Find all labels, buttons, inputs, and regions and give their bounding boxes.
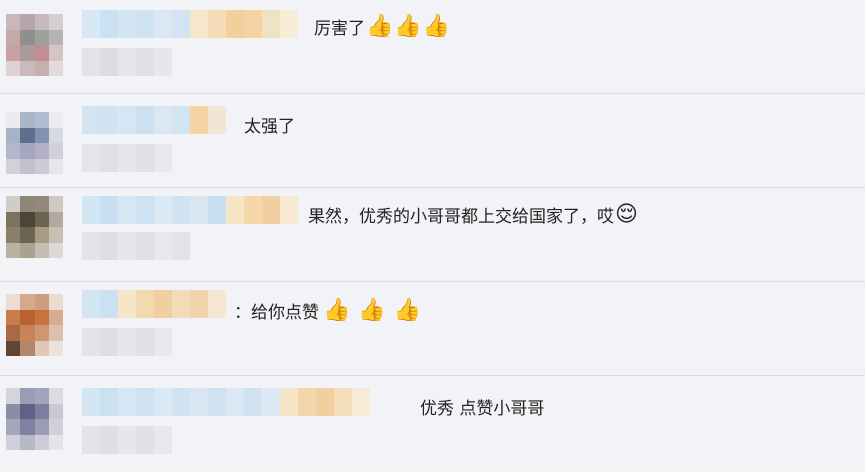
comment-row: 太强了 (0, 94, 865, 187)
comment-text: 太强了 (244, 112, 295, 137)
avatar[interactable] (6, 196, 63, 258)
user-meta (82, 144, 172, 172)
comment-row: ：给你点赞 👍 👍 👍 (0, 282, 865, 375)
thumbs-up-icon: 👍 (366, 13, 394, 39)
thumbs-up-icon: 👍 (394, 13, 422, 39)
comment-row: 厉害了 👍 👍 👍 (0, 0, 865, 93)
avatar[interactable] (6, 294, 63, 356)
comment-text-label: 厉害了 (314, 19, 365, 39)
user-meta (82, 328, 172, 356)
avatar[interactable] (6, 14, 63, 76)
comment-text: 果然，优秀的小哥哥都上交给国家了，哎 😌 (308, 202, 638, 227)
comment-text: 优秀 点赞小哥哥 (420, 394, 544, 419)
avatar[interactable] (6, 112, 63, 174)
thumbs-up-icon: 👍 (323, 297, 351, 323)
comment-text: ：给你点赞 👍 👍 👍 (234, 298, 421, 323)
username[interactable] (82, 290, 226, 318)
username[interactable] (82, 196, 298, 224)
thumbs-up-icon: 👍 (422, 13, 451, 39)
avatar[interactable] (6, 388, 63, 450)
comment-row: 果然，优秀的小哥哥都上交给国家了，哎 😌 (0, 188, 865, 281)
thumbs-up-icon: 👍 (393, 297, 422, 323)
comment-text-label: 优秀 点赞小哥哥 (420, 399, 545, 419)
comment-text-label: ：给你点赞 (234, 303, 319, 323)
user-meta (82, 232, 190, 260)
comment-text-label: 太强了 (244, 117, 295, 137)
comment-text: 厉害了 👍 👍 👍 (314, 14, 450, 39)
username[interactable] (82, 10, 298, 38)
user-meta (82, 48, 172, 76)
username[interactable] (82, 106, 226, 134)
comment-list: 厉害了 👍 👍 👍 太强了 果然，优秀的小哥哥都上交给国家了，哎 😌 ：给你点赞… (0, 0, 865, 472)
user-meta (82, 426, 172, 454)
relieved-face-icon: 😌 (615, 201, 638, 227)
thumbs-up-icon: 👍 (358, 297, 386, 323)
username[interactable] (82, 388, 370, 416)
comment-text-label: 果然，优秀的小哥哥都上交给国家了，哎 (308, 207, 614, 227)
comment-row: 优秀 点赞小哥哥 (0, 376, 865, 472)
